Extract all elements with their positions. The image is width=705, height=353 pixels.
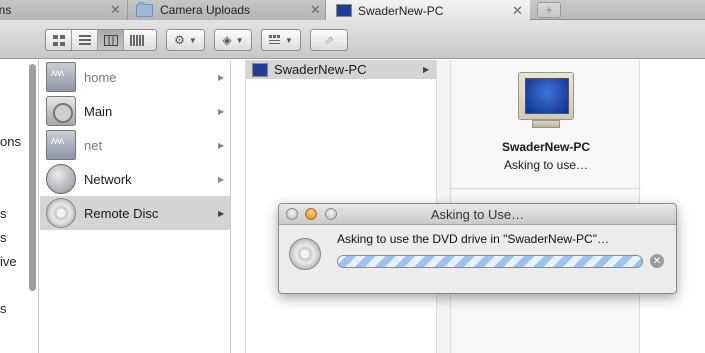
close-icon[interactable]: ✕	[310, 2, 321, 18]
tab-applications[interactable]: ons ✕	[0, 0, 128, 20]
chevron-right-icon: ▶	[218, 106, 225, 116]
new-tab-button[interactable]: +	[537, 2, 561, 18]
sidebar-item-label[interactable]: s	[0, 230, 7, 245]
dropbox-menu-button[interactable]: ◈ ▼	[214, 29, 252, 51]
sidebar-item-label[interactable]: s	[0, 301, 7, 316]
tab-bar: ons ✕ Camera Uploads ✕ SwaderNew-PC ✕ +	[0, 0, 705, 21]
columns-icon	[103, 34, 118, 46]
grid-icon	[52, 34, 65, 46]
arrange-icon	[269, 35, 281, 44]
chevron-down-icon: ▼	[188, 35, 197, 45]
column-view-button[interactable]	[98, 30, 124, 50]
column-item-label: home	[84, 69, 117, 85]
network-globe-icon	[46, 164, 76, 194]
coverflow-view-button[interactable]	[124, 30, 150, 50]
chevron-right-icon: ▶	[218, 208, 225, 218]
share-icon: ⇗	[323, 33, 335, 47]
column-item-label: SwaderNew-PC	[274, 62, 367, 77]
chevron-down-icon: ▼	[285, 35, 293, 45]
plus-icon: +	[545, 3, 553, 17]
column-item-net[interactable]: net ▶	[40, 128, 230, 162]
tab-label: Camera Uploads	[160, 3, 251, 17]
disc-icon	[46, 198, 76, 228]
cancel-icon[interactable]: ✕	[650, 254, 664, 268]
divider	[451, 188, 641, 189]
folder-icon	[136, 1, 153, 17]
sidebar-scrollbar[interactable]	[29, 64, 36, 291]
column-item-label: Remote Disc	[84, 205, 159, 221]
column-item-label: Network	[84, 171, 132, 187]
dialog-message: Asking to use the DVD drive in "SwaderNe…	[337, 232, 609, 246]
action-menu-button[interactable]: ⚙ ▼	[166, 29, 205, 51]
list-view-button[interactable]	[72, 30, 98, 50]
close-icon[interactable]: ✕	[110, 2, 121, 18]
column-item-home[interactable]: home ▶	[40, 60, 230, 94]
tab-camera-uploads[interactable]: Camera Uploads ✕	[128, 0, 326, 20]
progress-bar	[337, 255, 643, 268]
dialog-title-bar: Asking to Use…	[279, 204, 676, 225]
close-window-button[interactable]	[286, 208, 298, 220]
computer-icon	[518, 72, 574, 132]
coverflow-icon	[130, 34, 144, 46]
sidebar-item-label[interactable]: ons	[0, 134, 21, 149]
column-item-label: net	[84, 137, 103, 153]
gear-icon: ⚙	[174, 33, 185, 47]
tab-label: SwaderNew-PC	[358, 3, 444, 18]
asking-to-use-dialog: Asking to Use… Asking to use the DVD dri…	[278, 203, 677, 294]
close-icon[interactable]: ✕	[512, 3, 523, 19]
network-share-icon	[46, 130, 76, 160]
chevron-right-icon: ▶	[218, 174, 225, 184]
icon-view-button[interactable]	[46, 30, 72, 50]
tab-label: ons	[0, 3, 12, 17]
browser-column-1: home ▶ Main ▶ net ▶ Network ▶ Remote Dis…	[40, 60, 231, 353]
arrange-menu-button[interactable]: ▼	[261, 29, 301, 51]
chevron-right-icon: ▶	[423, 65, 430, 74]
list-icon	[78, 34, 91, 45]
hard-drive-icon	[46, 96, 76, 126]
chevron-right-icon: ▶	[218, 72, 225, 82]
column-item-network[interactable]: Network ▶	[40, 162, 230, 196]
disc-icon	[289, 238, 321, 270]
computer-icon	[336, 4, 352, 17]
computer-icon	[252, 62, 268, 77]
sidebar-item-label[interactable]: s	[0, 206, 7, 221]
sidebar-item-label[interactable]: ive	[0, 254, 17, 269]
dropbox-icon: ◈	[222, 33, 232, 47]
minimize-window-button[interactable]	[305, 208, 317, 220]
toolbar: ⚙ ▼ ◈ ▼ ▼ ⇗	[0, 20, 705, 59]
chevron-down-icon: ▼	[235, 35, 244, 45]
column-item-remote-disc[interactable]: Remote Disc ▶	[40, 196, 230, 230]
column-item-main[interactable]: Main ▶	[40, 94, 230, 128]
network-share-icon	[46, 62, 76, 92]
column-item-label: Main	[84, 103, 113, 119]
chevron-right-icon: ▶	[218, 140, 225, 150]
tab-swadernew-pc[interactable]: SwaderNew-PC ✕	[326, 0, 530, 21]
preview-name: SwaderNew-PC	[501, 140, 591, 154]
share-button[interactable]: ⇗	[310, 29, 348, 51]
column-item-swadernew-pc[interactable]: SwaderNew-PC ▶	[246, 60, 436, 79]
preview-status: Asking to use…	[503, 158, 589, 172]
sidebar: ons s s ive s	[0, 60, 39, 353]
zoom-window-button[interactable]	[325, 208, 337, 220]
dialog-title: Asking to Use…	[430, 206, 525, 222]
view-mode-segmented-control	[45, 29, 157, 51]
